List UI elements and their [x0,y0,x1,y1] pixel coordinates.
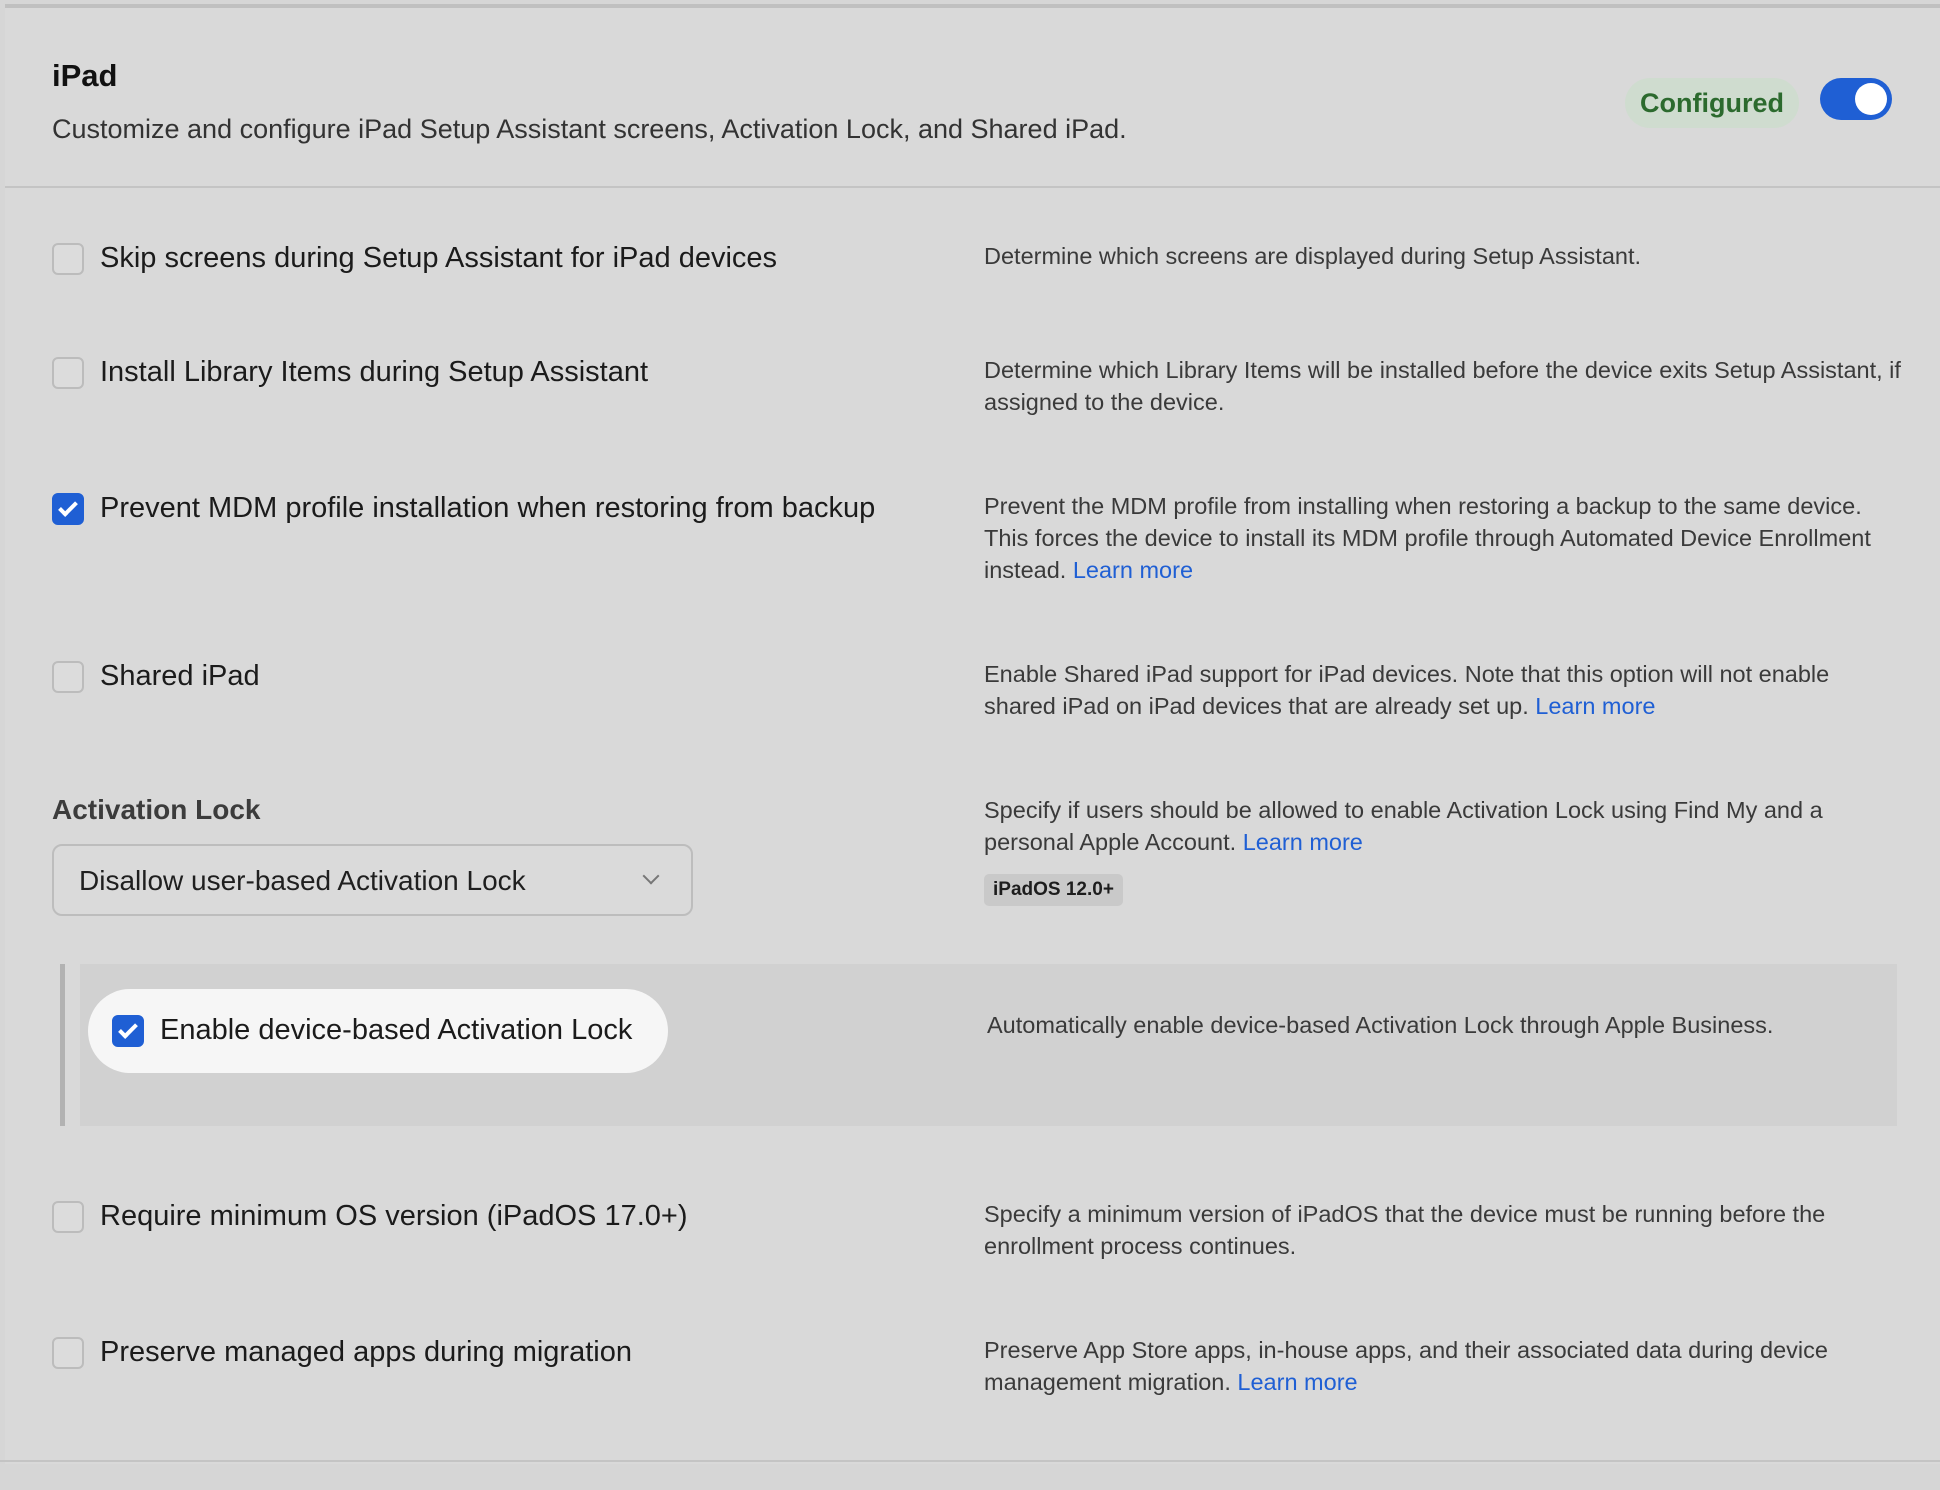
preserve-apps-checkbox[interactable] [52,1337,84,1369]
learn-more-link[interactable]: Learn more [1535,693,1655,719]
activation-lock-select[interactable]: Disallow user-based Activation Lock [52,844,693,916]
device-activation-lock-highlight: Enable device-based Activation Lock [88,989,668,1073]
sub-option-indent-bar [60,964,65,1126]
shared-ipad-checkbox[interactable] [52,661,84,693]
device-activation-lock-label: Enable device-based Activation Lock [160,1014,633,1046]
activation-lock-description-text: Specify if users should be allowed to en… [984,797,1823,855]
activation-lock-title: Activation Lock [52,794,261,825]
min-os-checkbox[interactable] [52,1201,84,1233]
preserve-apps-description-text: Preserve App Store apps, in-house apps, … [984,1337,1828,1395]
chevron-down-icon [642,867,660,885]
enable-toggle[interactable] [1820,78,1892,120]
shared-ipad-description-text: Enable Shared iPad support for iPad devi… [984,661,1830,719]
activation-lock-selected-value: Disallow user-based Activation Lock [79,865,526,896]
page-subtitle: Customize and configure iPad Setup Assis… [52,114,1127,144]
prevent-mdm-checkbox[interactable] [52,493,84,525]
checkmark-icon [58,497,78,517]
min-os-description: Specify a minimum version of iPadOS that… [984,1201,1826,1259]
ipad-settings-panel: iPad Customize and configure iPad Setup … [5,4,1940,1464]
install-library-description: Determine which Library Items will be in… [984,357,1901,415]
preserve-apps-label: Preserve managed apps during migration [100,1336,632,1368]
device-activation-lock-checkbox[interactable] [112,1015,144,1047]
device-activation-lock-description: Automatically enable device-based Activa… [987,1012,1774,1038]
page-title: iPad [52,58,118,93]
install-library-label: Install Library Items during Setup Assis… [100,356,649,388]
shared-ipad-label: Shared iPad [100,660,260,692]
status-badge: Configured [1625,78,1799,128]
learn-more-link[interactable]: Learn more [1243,829,1363,855]
prevent-mdm-label: Prevent MDM profile installation when re… [100,492,876,524]
checkmark-icon [118,1019,138,1039]
skip-screens-label: Skip screens during Setup Assistant for … [100,242,778,274]
skip-screens-description: Determine which screens are displayed du… [984,243,1642,269]
learn-more-link[interactable]: Learn more [1237,1369,1357,1395]
preserve-apps-description: Preserve App Store apps, in-house apps, … [984,1334,1904,1398]
activation-lock-description: Specify if users should be allowed to en… [984,794,1904,858]
install-library-checkbox[interactable] [52,357,84,389]
os-version-badge: iPadOS 12.0+ [984,874,1123,906]
min-os-label: Require minimum OS version (iPadOS 17.0+… [100,1200,688,1232]
bottom-divider [0,1460,1940,1462]
skip-screens-checkbox[interactable] [52,243,84,275]
toggle-knob [1855,83,1887,115]
learn-more-link[interactable]: Learn more [1073,557,1193,583]
prevent-mdm-description: Prevent the MDM profile from installing … [984,490,1904,586]
shared-ipad-description: Enable Shared iPad support for iPad devi… [984,658,1904,722]
panel-header: iPad Customize and configure iPad Setup … [5,8,1940,188]
